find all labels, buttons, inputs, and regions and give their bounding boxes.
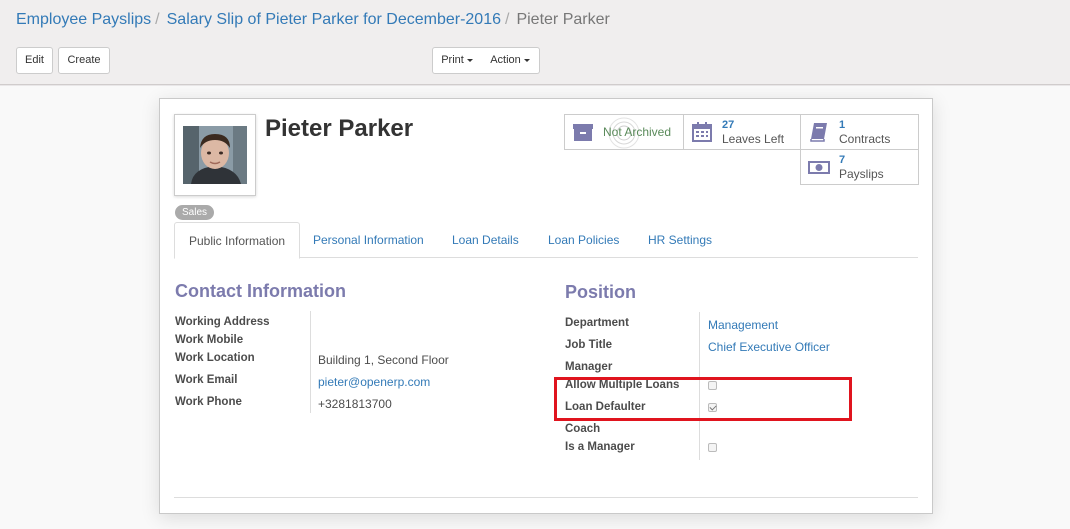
caret-down-icon bbox=[466, 58, 473, 62]
is-a-manager-checkbox[interactable] bbox=[708, 443, 717, 452]
leaves-left-button[interactable]: 27 Leaves Left bbox=[683, 114, 801, 150]
book-icon bbox=[810, 123, 827, 142]
contact-separator bbox=[310, 311, 311, 413]
breadcrumb: Employee Payslips / Salary Slip of Pieter … bbox=[16, 11, 610, 29]
breadcrumb-employee-payslips[interactable]: Employee Payslips bbox=[16, 11, 151, 28]
person-photo-icon bbox=[183, 126, 247, 184]
contact-information-heading: Contact Information bbox=[175, 281, 346, 301]
work-email-link[interactable]: pieter@openerp.com bbox=[318, 375, 430, 389]
work-mobile-label: Work Mobile bbox=[175, 334, 244, 346]
department-link[interactable]: Management bbox=[708, 318, 778, 332]
highlight-annotation-box bbox=[554, 377, 852, 421]
form-tabs: Public Information Personal Information … bbox=[174, 222, 918, 259]
work-phone-value[interactable]: +3281813700 bbox=[318, 397, 392, 411]
position-heading: Position bbox=[565, 282, 636, 302]
payslips-count: 7 bbox=[839, 154, 846, 166]
breadcrumb-separator: / bbox=[505, 11, 510, 28]
working-address-label: Working Address bbox=[175, 316, 270, 328]
employee-name: Pieter Parker bbox=[265, 115, 414, 142]
caret-down-icon bbox=[523, 58, 530, 62]
action-dropdown-button[interactable]: Action bbox=[481, 47, 540, 74]
job-title-label: Job Title bbox=[565, 339, 613, 351]
tab-public-information[interactable]: Public Information bbox=[174, 222, 301, 259]
manager-label: Manager bbox=[565, 361, 613, 373]
work-email-label: Work Email bbox=[175, 374, 238, 386]
leaves-count: 27 bbox=[722, 119, 735, 131]
is-a-manager-label: Is a Manager bbox=[565, 441, 635, 453]
breadcrumb-salary-slip[interactable]: Salary Slip of Pieter Parker for Decembe… bbox=[167, 11, 501, 28]
print-dropdown-button[interactable]: Print bbox=[432, 47, 482, 74]
leaves-label: Leaves Left bbox=[722, 132, 785, 146]
archive-status-label: Not Archived bbox=[603, 125, 672, 139]
employee-form-sheet: Pieter Parker Not Archived 27 Leaves Lef… bbox=[159, 98, 933, 514]
coach-label: Coach bbox=[565, 423, 601, 435]
archive-toggle-button[interactable]: Not Archived bbox=[564, 114, 684, 150]
money-bill-icon bbox=[808, 161, 830, 174]
job-title-link[interactable]: Chief Executive Officer bbox=[708, 340, 830, 354]
form-footer-divider bbox=[174, 497, 918, 498]
employee-photo bbox=[183, 126, 247, 184]
payslips-label: Payslips bbox=[839, 167, 884, 181]
breadcrumb-current: Pieter Parker bbox=[516, 11, 610, 28]
payslips-button[interactable]: 7 Payslips bbox=[800, 149, 919, 185]
department-tag[interactable]: Sales bbox=[175, 205, 215, 220]
edit-button[interactable]: Edit bbox=[16, 47, 53, 74]
print-label: Print bbox=[441, 54, 464, 66]
tab-loan-details[interactable]: Loan Details bbox=[452, 222, 519, 259]
department-label: Department bbox=[565, 317, 629, 329]
breadcrumb-separator: / bbox=[155, 11, 160, 28]
employee-avatar[interactable] bbox=[174, 114, 256, 196]
archive-box-icon bbox=[573, 124, 593, 141]
contracts-label: Contracts bbox=[839, 132, 891, 146]
contracts-count: 1 bbox=[839, 119, 846, 131]
work-phone-label: Work Phone bbox=[175, 396, 242, 408]
tab-personal-information[interactable]: Personal Information bbox=[313, 222, 424, 259]
work-location-label: Work Location bbox=[175, 352, 255, 364]
create-button[interactable]: Create bbox=[58, 47, 110, 74]
calendar-icon bbox=[692, 122, 712, 142]
tab-loan-policies[interactable]: Loan Policies bbox=[548, 222, 619, 259]
action-label: Action bbox=[490, 54, 521, 66]
control-panel: Employee Payslips / Salary Slip of Pieter … bbox=[0, 0, 1070, 85]
work-location-value[interactable]: Building 1, Second Floor bbox=[318, 353, 449, 367]
contracts-button[interactable]: 1 Contracts bbox=[800, 114, 919, 150]
tab-hr-settings[interactable]: HR Settings bbox=[648, 222, 712, 259]
